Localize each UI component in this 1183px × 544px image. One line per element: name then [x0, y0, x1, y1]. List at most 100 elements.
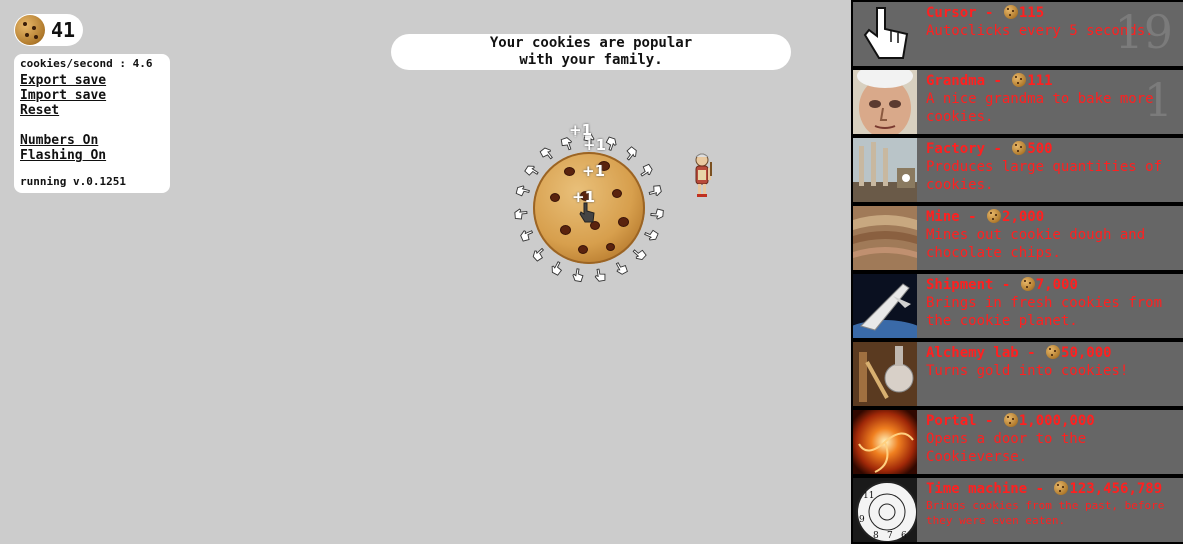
cursor-icon: [853, 2, 917, 66]
price-separator: -: [993, 277, 1019, 293]
store-item-description: Turns gold into cookies!: [926, 363, 1129, 379]
cookies-per-second: cookies/second : 4.6: [20, 57, 153, 70]
store-item-price: 111: [1027, 73, 1053, 89]
store-item-price: 1,000,000: [1018, 413, 1095, 429]
news-ticker: Your cookies are popular with your famil…: [391, 34, 791, 70]
store-panel: Cursor - 115 Autoclicks every 5 seconds. 1…: [851, 0, 1183, 544]
orbit-cursor-icon: [514, 208, 528, 220]
store-item-name: Alchemy lab: [926, 345, 1019, 361]
orbit-cursor-icon: [519, 230, 533, 242]
orbit-cursor-icon: [644, 230, 659, 241]
cookie-icon: [1012, 141, 1027, 155]
store-item-time-machine[interactable]: 11 9 8 7 6 Time machine - 123,456,789 Brings c…: [853, 478, 1183, 542]
price-separator: -: [976, 5, 1002, 21]
chocolate-chip: [607, 244, 614, 250]
store-item-description: Brings cookies from the past, before the…: [926, 499, 1165, 527]
price-separator: -: [959, 209, 986, 225]
svg-text:9: 9: [859, 515, 865, 525]
store-item-factory[interactable]: Factory - 500 Produces large quantities o…: [853, 138, 1183, 202]
orbit-cursor-icon: [572, 268, 584, 283]
orbit-cursor-icon: [650, 208, 664, 220]
store-item-text: Factory - 500 Produces large quantities o…: [926, 141, 1177, 194]
orbit-cursor-icon: [640, 163, 653, 177]
store-item-text: Alchemy lab - 50,000 Turns gold into cook…: [926, 345, 1177, 380]
store-item-text: Grandma - 111 A nice grandma to bake more…: [926, 73, 1177, 126]
orbit-cursor-icon: [648, 185, 662, 197]
store-item-title: Mine - 2,000: [926, 209, 1177, 226]
grandma-sprite: [695, 153, 712, 197]
time-machine-icon: 11 9 8 7 6: [853, 478, 917, 542]
orbit-cursor-icon: [594, 268, 606, 282]
store-item-name: Mine: [926, 209, 960, 225]
orbit-cursor-icon: [616, 261, 629, 275]
store-item-cursor[interactable]: Cursor - 115 Autoclicks every 5 seconds. 1…: [853, 2, 1183, 66]
reset-link[interactable]: Reset: [20, 103, 164, 118]
store-item-price: 7,000: [1035, 277, 1078, 293]
store-item-portal[interactable]: Portal - 1,000,000 Opens a door to the Co…: [853, 410, 1183, 474]
store-item-text: Portal - 1,000,000 Opens a door to the Co…: [926, 413, 1177, 466]
flashing-toggle[interactable]: Flashing On: [20, 148, 164, 163]
store-item-name: Shipment: [926, 277, 994, 293]
price-separator: -: [1018, 345, 1045, 361]
store-item-shipment[interactable]: Shipment - 7,000 Brings in fresh cookies …: [853, 274, 1183, 338]
portal-icon: [853, 410, 917, 474]
store-item-description: A nice grandma to bake more cookies.: [926, 91, 1154, 125]
floating-plus-one: +1: [582, 162, 606, 180]
chocolate-chip: [551, 194, 559, 201]
svg-text:11: 11: [863, 491, 874, 501]
chocolate-chip: [613, 190, 621, 197]
store-item-title: Portal - 1,000,000: [926, 413, 1177, 430]
store-item-mine[interactable]: Mine - 2,000 Mines out cookie dough and c…: [853, 206, 1183, 270]
store-item-price: 500: [1027, 141, 1053, 157]
store-item-alchemy-lab[interactable]: Alchemy lab - 50,000 Turns gold into cook…: [853, 342, 1183, 406]
store-item-title: Factory - 500: [926, 141, 1177, 158]
shipment-icon: [853, 274, 917, 338]
stats-panel: cookies/second : 4.6 Export save Import …: [14, 54, 170, 193]
price-separator: -: [985, 141, 1011, 157]
chocolate-chip: [579, 246, 587, 253]
svg-text:6: 6: [901, 531, 907, 541]
version-label: running v.0.1251: [20, 175, 126, 188]
numbers-toggle[interactable]: Numbers On: [20, 133, 164, 148]
store-item-name: Time machine: [926, 481, 1028, 497]
chocolate-chip: [565, 168, 574, 175]
news-message: Your cookies are popular with your famil…: [489, 35, 693, 68]
cookie-area: +1 +1 +1 +1 +1: [512, 121, 672, 285]
cookie-icon: [1046, 345, 1061, 359]
store-item-text: Shipment - 7,000 Brings in fresh cookies …: [926, 277, 1177, 330]
store-item-description: Opens a door to the Cookieverse.: [926, 431, 1087, 465]
orbit-cursor-icon: [515, 185, 530, 197]
svg-text:7: 7: [887, 531, 893, 541]
store-item-price: 2,000: [1002, 209, 1045, 225]
store-item-name: Portal: [926, 413, 977, 429]
orbit-cursor-icon: [626, 146, 637, 161]
store-item-price: 115: [1018, 5, 1045, 21]
chocolate-chip: [619, 218, 628, 226]
svg-text:8: 8: [873, 531, 879, 541]
cookie-count: 41: [51, 18, 76, 42]
store-item-title: Shipment - 7,000: [926, 277, 1177, 294]
price-separator: -: [1027, 481, 1053, 497]
store-item-title: Alchemy lab - 50,000: [926, 345, 1177, 362]
orbit-cursor-icon: [524, 165, 539, 176]
chocolate-chip: [561, 226, 570, 234]
cookie-icon: [1054, 481, 1069, 495]
store-item-grandma[interactable]: Grandma - 111 A nice grandma to bake more…: [853, 70, 1183, 134]
store-item-description: Brings in fresh cookies from the cookie …: [926, 295, 1163, 329]
orbit-cursor-icon: [532, 247, 545, 262]
store-item-count: 1: [1143, 73, 1173, 127]
factory-icon: [853, 138, 917, 202]
import-save-link[interactable]: Import save: [20, 88, 164, 103]
store-item-title: Time machine - 123,456,789: [926, 481, 1177, 498]
store-item-text: Mine - 2,000 Mines out cookie dough and c…: [926, 209, 1177, 262]
price-separator: -: [985, 73, 1011, 89]
cookie-icon: [15, 15, 45, 45]
store-item-description: Produces large quantities of cookies.: [926, 159, 1163, 193]
store-item-title: Grandma - 111: [926, 73, 1177, 90]
grandma-icon: [853, 70, 917, 134]
export-save-link[interactable]: Export save: [20, 73, 164, 88]
floating-plus-one: +1: [572, 188, 596, 206]
cookie-icon: [987, 209, 1002, 223]
price-separator: -: [976, 413, 1002, 429]
